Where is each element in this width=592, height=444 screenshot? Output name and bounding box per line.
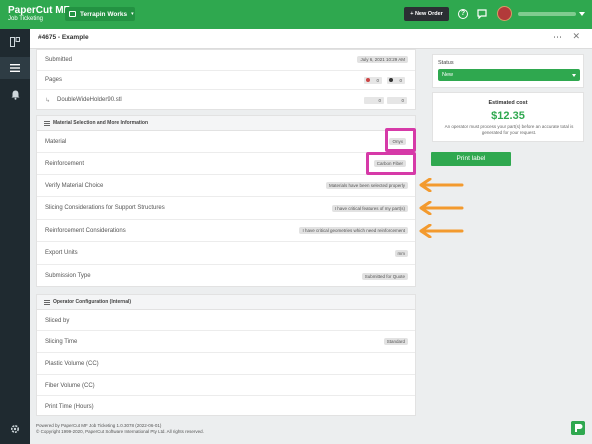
chat-icon[interactable] <box>477 9 487 19</box>
list-icon <box>10 64 20 72</box>
plastic-volume-row[interactable]: Plastic Volume (CC) <box>37 353 415 375</box>
cost-value: $12.35 <box>491 110 525 122</box>
row-label: Material <box>45 139 67 145</box>
export-units-row: Export Units mm <box>37 242 415 265</box>
org-label: Terrapin Works <box>80 10 128 18</box>
estimated-cost-panel: Estimated cost $12.35 An operator must p… <box>432 92 584 142</box>
gear-icon <box>10 424 20 434</box>
reinforcement-row: Reinforcement Carbon Fiber <box>37 153 415 175</box>
row-value: July 6, 2021 10:29 AM <box>357 56 408 63</box>
material-section-panel: Material Selection and More Information … <box>36 115 416 287</box>
slicing-time-row[interactable]: Slicing Time Standard <box>37 331 415 353</box>
row-label: Submission Type <box>45 273 91 279</box>
file-name[interactable]: DoubleWideHolder90.stl <box>57 97 122 103</box>
section-title: Material Selection and More Information <box>53 120 149 126</box>
list-section-icon <box>44 121 50 126</box>
row-label: Reinforcement <box>45 161 85 167</box>
row-label: Plastic Volume (CC) <box>45 361 99 367</box>
page-title: #4675 - Example <box>38 34 89 41</box>
top-bar: PaperCut MF Job Ticketing Terrapin Works… <box>0 0 592 29</box>
job-row-submitted: Submitted July 6, 2021 10:29 AM <box>37 50 415 71</box>
operator-section-panel: Operator Configuration (Internal) Sliced… <box>36 294 416 416</box>
operator-section-header: Operator Configuration (Internal) <box>37 295 415 310</box>
row-label: Reinforcement Considerations <box>45 228 126 234</box>
file-count-color: 0 <box>364 97 384 104</box>
sidebar-item-list[interactable] <box>0 57 30 79</box>
row-label: Print Time (Hours) <box>45 404 94 410</box>
submission-type-row: Submission Type Submitted for Quote <box>37 265 415 288</box>
row-value: I have critical features of my part(s) <box>331 205 408 212</box>
row-value: I have critical geometries which need re… <box>299 227 408 234</box>
brand-name: PaperCut MF <box>8 5 70 16</box>
help-icon[interactable]: ? <box>458 9 468 19</box>
new-order-button[interactable]: + New Order <box>404 7 449 21</box>
material-section-header: Material Selection and More Information <box>37 116 415 131</box>
org-switcher-button[interactable]: Terrapin Works ▾ <box>65 7 135 21</box>
file-count-bw: 0 <box>387 97 407 104</box>
status-value: New <box>442 72 454 78</box>
cost-note: An operator must process your part(s) be… <box>444 124 574 135</box>
chevron-down-icon <box>572 74 576 77</box>
arrow-annotation-verify <box>419 178 464 192</box>
layout-icon <box>10 37 20 47</box>
row-value: Standard <box>383 338 408 345</box>
list-section-icon <box>44 300 50 305</box>
row-label: Slicing Time <box>45 339 78 345</box>
job-row-pages: Pages 0 0 <box>37 71 415 90</box>
job-info-panel: Submitted July 6, 2021 10:29 AM Pages 0 … <box>36 49 416 110</box>
sidebar <box>0 29 30 444</box>
row-label: Submitted <box>45 57 73 63</box>
page-header: #4675 - Example ⋯ ✕ <box>30 29 592 49</box>
bw-page-icon <box>389 78 393 82</box>
row-label: Export Units <box>45 250 78 256</box>
fiber-volume-row[interactable]: Fiber Volume (CC) <box>37 375 415 396</box>
papercut-logo-icon <box>571 421 585 435</box>
status-select[interactable]: New <box>438 69 580 81</box>
more-options-icon[interactable]: ⋯ <box>553 32 562 43</box>
reinforcement-considerations-row: Reinforcement Considerations I have crit… <box>37 220 415 242</box>
close-icon[interactable]: ✕ <box>572 31 580 42</box>
cost-label: Estimated cost <box>488 100 528 106</box>
slicing-considerations-row: Slicing Considerations for Support Struc… <box>37 197 415 220</box>
file-icon: ↳ <box>45 98 51 104</box>
highlight-reinforcement <box>366 152 416 175</box>
chevron-down-icon: ▾ <box>131 11 134 17</box>
avatar[interactable] <box>497 6 512 21</box>
row-label: Verify Material Choice <box>45 183 104 189</box>
row-label: Fiber Volume (CC) <box>45 383 95 389</box>
footer-copyright: © Copyright 1999-2020, PaperCut Software… <box>36 429 204 434</box>
highlight-material <box>385 128 416 152</box>
arrow-annotation-reinforcement <box>419 224 464 238</box>
section-title: Operator Configuration (Internal) <box>53 299 132 305</box>
row-value: mm <box>394 250 408 257</box>
sidebar-item-notifications[interactable] <box>0 84 30 106</box>
footer: Powered by PaperCut MF Job Ticketing 1.0… <box>36 423 204 435</box>
sidebar-item-settings[interactable] <box>0 418 30 440</box>
sliced-by-row[interactable]: Sliced by <box>37 310 415 331</box>
row-label: Pages <box>45 77 63 83</box>
row-label: Sliced by <box>45 318 70 324</box>
print-label-button[interactable]: Print label <box>431 152 511 166</box>
status-panel: Status New <box>432 54 584 88</box>
user-menu-caret-icon[interactable] <box>579 12 585 16</box>
row-value: Submitted for Quote <box>361 273 408 280</box>
arrow-annotation-slicing <box>419 201 464 215</box>
row-label: Slicing Considerations for Support Struc… <box>45 205 165 211</box>
status-label: Status <box>438 60 454 66</box>
brand-logo[interactable]: PaperCut MF Job Ticketing <box>8 5 70 23</box>
print-time-row[interactable]: Print Time (Hours) <box>37 396 415 417</box>
row-value: Materials have been selected properly <box>325 182 408 189</box>
color-page-icon <box>366 78 370 82</box>
sidebar-item-layout[interactable] <box>0 31 30 53</box>
file-row[interactable]: ↳ DoubleWideHolder90.stl 0 0 <box>37 90 415 111</box>
building-icon <box>69 11 76 17</box>
user-name-redacted[interactable] <box>518 12 576 16</box>
material-row: Material Onyx <box>37 131 415 153</box>
brand-subtitle: Job Ticketing <box>8 16 44 22</box>
verify-material-row: Verify Material Choice Materials have be… <box>37 175 415 197</box>
bell-icon <box>11 90 19 100</box>
